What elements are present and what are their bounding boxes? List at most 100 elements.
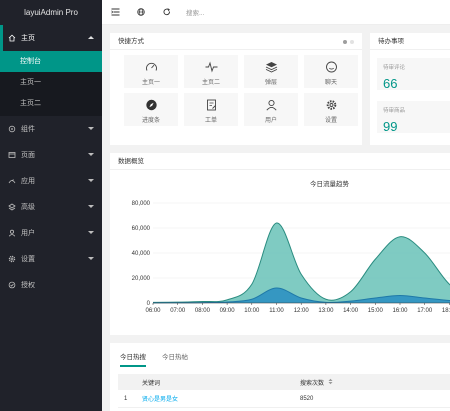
x-tick-label: 08:00 [195,308,211,314]
chevron-down-icon [88,231,94,234]
sidebar-item-component[interactable]: 组件 [0,116,102,142]
shortcut-chat[interactable]: 聊天 [304,55,358,88]
todo-label: 待审评论 [383,65,406,71]
sidebar-item-label: 用户 [21,230,35,237]
card-title: 快捷方式 [118,38,144,45]
todo-value: 99 [383,119,398,134]
table-row: 1 贤心是男是女 8520 [118,390,450,408]
chevron-down-icon [88,153,94,156]
table-header: 关键词 搜索次数 [118,374,450,390]
todo-item-comments[interactable]: 待审评论 66 [377,58,450,91]
settings-icon [7,255,16,264]
overview-card: 数据概览 今日流量趋势 0 20,000 40,000 60,000 80,000 06:… [110,153,450,335]
gear-icon [325,99,338,111]
top-header: 搜索... [102,0,450,25]
sidebar-item-label: 主页 [21,35,35,42]
todo-item-goods[interactable]: 待审商品 99 [377,101,450,134]
tab-today-search[interactable]: 今日热搜 [120,351,146,367]
shortcut-label: 工单 [204,118,217,124]
x-tick-label: 06:00 [145,308,161,314]
sidebar-item-label: 应用 [21,178,35,185]
sidebar-item-label: 设置 [21,256,35,263]
shortcut-user[interactable]: 用户 [244,93,298,126]
hot-search-card: 今日热搜 今日热帖 关键词 搜索次数 1 贤心是男是女 8520 [110,343,450,411]
y-tick-label: 0 [147,301,151,307]
refresh-icon[interactable] [154,0,180,25]
gauge-icon [145,61,158,73]
x-tick-label: 07:00 [170,308,186,314]
sidebar-item-label: 页面 [21,152,35,159]
hot-tabs: 今日热搜 今日热帖 [120,351,188,367]
x-tick-label: 14:00 [343,308,359,314]
todo-card: 待办事项 待审评论 66 待审商品 99 [370,33,450,145]
layers-icon [265,61,278,73]
shortcuts-card: 快捷方式 主页一 主页二 弹层 聊天 进度条 工单 用户 设置 [110,33,362,145]
sidebar-item-label: 授权 [21,282,35,289]
sidebar-item-user[interactable]: 用户 [0,220,102,246]
sidebar-item-app[interactable]: 应用 [0,168,102,194]
chevron-down-icon [88,205,94,208]
shortcut-progress[interactable]: 进度条 [124,93,178,126]
sidebar-item-senior[interactable]: 高级 [0,194,102,220]
smile-icon [325,61,338,73]
tab-today-posts[interactable]: 今日热帖 [162,351,188,367]
sidebar-item-label: 组件 [21,126,35,133]
chevron-down-icon [88,179,94,182]
y-tick-label: 40,000 [132,251,151,257]
sidebar-submenu: 控制台 主页一 主页二 [0,51,102,116]
column-keyword: 关键词 [142,380,161,387]
shortcut-workorder[interactable]: 工单 [184,93,238,126]
x-tick-label: 11:00 [269,308,284,314]
shortcut-label: 用户 [264,118,277,124]
shortcut-label: 设置 [324,118,337,124]
app-icon [7,177,16,186]
sidebar-subitem-console[interactable]: 控制台 [0,51,102,72]
sidebar-item-auth[interactable]: 授权 [0,272,102,298]
search-count: 8520 [300,395,314,402]
user-icon [265,99,278,111]
menu-toggle-icon[interactable] [102,0,128,25]
search-input[interactable]: 搜索... [186,7,204,17]
component-icon [7,125,16,134]
shortcut-label: 聊天 [324,80,337,86]
shortcuts-title: 快捷方式 [110,33,362,50]
pulse-icon [205,61,218,73]
shortcut-label: 进度条 [141,118,160,124]
sidebar-item-page[interactable]: 页面 [0,142,102,168]
chevron-up-icon [88,36,94,39]
app-logo[interactable]: layuiAdmin Pro [0,0,102,25]
shortcut-grid: 主页一 主页二 弹层 聊天 进度条 工单 用户 设置 [124,55,358,126]
series-area [153,222,450,303]
y-tick-label: 20,000 [132,276,151,282]
todo-label: 待审商品 [383,108,406,114]
page-icon [7,151,16,160]
sidebar-subitem-home2[interactable]: 主页二 [0,93,102,114]
x-tick-label: 15:00 [368,308,384,314]
column-count-label: 搜索次数 [300,380,325,387]
shortcut-settings[interactable]: 设置 [304,93,358,126]
home-icon [7,34,16,43]
user-icon [7,229,16,238]
x-tick-label: 10:00 [244,308,260,314]
column-count[interactable]: 搜索次数 [300,374,333,390]
shortcut-home2[interactable]: 主页二 [184,55,238,88]
shortcut-layer[interactable]: 弹层 [244,55,298,88]
sidebar-item-settings[interactable]: 设置 [0,246,102,272]
keyword-link[interactable]: 贤心是男是女 [142,390,178,407]
compass-icon [145,99,158,111]
sidebar: layuiAdmin Pro 主页 控制台 主页一 主页二 组件 页面 应用 高… [0,0,102,411]
sidebar-subitem-home1[interactable]: 主页一 [0,72,102,93]
carousel-indicator[interactable] [343,40,354,44]
sidebar-item-home[interactable]: 主页 [0,25,102,51]
row-index: 1 [124,395,128,402]
shortcut-home1[interactable]: 主页一 [124,55,178,88]
traffic-chart: 0 20,000 40,000 60,000 80,000 06:00 07:00 08:00… [132,201,450,314]
shortcut-label: 弹层 [264,80,277,86]
y-tick-label: 80,000 [132,201,151,207]
form-icon [205,99,218,111]
todo-value: 66 [383,76,398,91]
sidebar-item-label: 高级 [21,204,35,211]
x-tick-label: 13:00 [318,308,334,314]
website-icon[interactable] [128,0,154,25]
x-tick-label: 12:00 [294,308,310,314]
